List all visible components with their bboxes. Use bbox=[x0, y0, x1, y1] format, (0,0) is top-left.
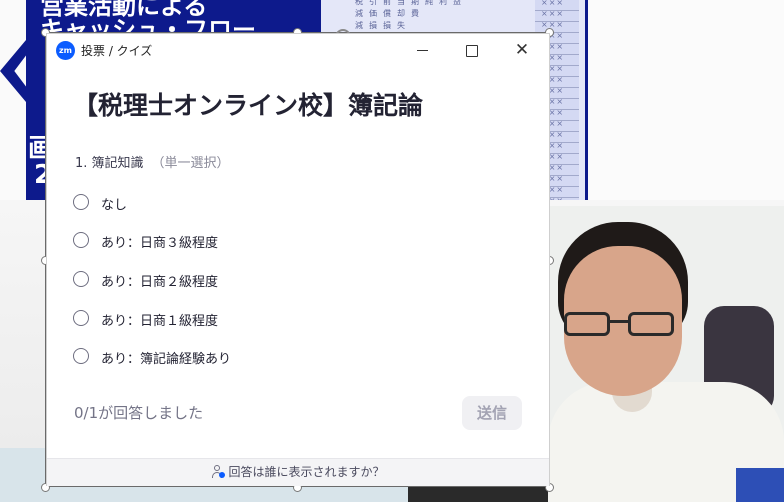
visibility-info-text: 回答は誰に表示されますか？ bbox=[228, 465, 385, 479]
participant-video bbox=[548, 206, 784, 502]
answer-option-label: あり：日商３級程度 bbox=[101, 236, 219, 251]
answer-option-3[interactable]: あり：日商２級程度 bbox=[73, 267, 373, 291]
answer-option-label: なし bbox=[101, 198, 128, 213]
minimize-icon bbox=[416, 50, 428, 51]
maximize-button[interactable] bbox=[452, 36, 492, 64]
minimize-button[interactable] bbox=[402, 36, 442, 64]
question-text: 1. 簿記知識 bbox=[75, 156, 144, 171]
shared-screen-margin bbox=[588, 0, 784, 220]
answer-option-label: あり：日商１級程度 bbox=[101, 314, 219, 329]
maximize-icon bbox=[466, 44, 478, 57]
answered-count: 0/1が回答しました bbox=[74, 404, 204, 422]
answer-option-1[interactable]: なし bbox=[73, 190, 373, 214]
radio-button[interactable] bbox=[73, 348, 89, 364]
answer-option-label: あり：簿記論経験あり bbox=[101, 352, 232, 367]
answer-option-2[interactable]: あり：日商３級程度 bbox=[73, 228, 373, 252]
participant-glasses bbox=[562, 312, 682, 338]
answer-option-label: あり：日商２級程度 bbox=[101, 275, 219, 290]
submit-button[interactable]: 送信 bbox=[462, 396, 522, 430]
close-button[interactable]: ✕ bbox=[502, 36, 542, 64]
zoom-logo-icon: zm bbox=[56, 41, 75, 60]
question-type: （単一選択） bbox=[151, 156, 230, 171]
question-heading: 1. 簿記知識 （単一選択） bbox=[75, 152, 230, 171]
radio-button[interactable] bbox=[73, 232, 89, 248]
person-icon bbox=[211, 465, 226, 478]
visibility-info-bar[interactable]: 回答は誰に表示されますか？ bbox=[47, 458, 549, 486]
radio-button[interactable] bbox=[73, 271, 89, 287]
radio-button[interactable] bbox=[73, 194, 89, 210]
window-titlebar[interactable]: zm 投票 / クイズ ✕ bbox=[47, 34, 549, 66]
window-title: 投票 / クイズ bbox=[81, 44, 153, 58]
radio-button[interactable] bbox=[73, 310, 89, 326]
poll-title: 【税理士オンライン校】簿記論 bbox=[73, 91, 424, 120]
slide-table-text: 税引前当期純利益 減価償却費 減損損失 bbox=[355, 0, 467, 30]
poll-window: zm 投票 / クイズ ✕ 【税理士オンライン校】簿記論 1. 簿記知識 （単一選… bbox=[47, 34, 549, 486]
answer-option-5[interactable]: あり：簿記論経験あり bbox=[73, 344, 373, 368]
close-icon: ✕ bbox=[514, 40, 530, 60]
answer-option-4[interactable]: あり：日商１級程度 bbox=[73, 306, 373, 330]
